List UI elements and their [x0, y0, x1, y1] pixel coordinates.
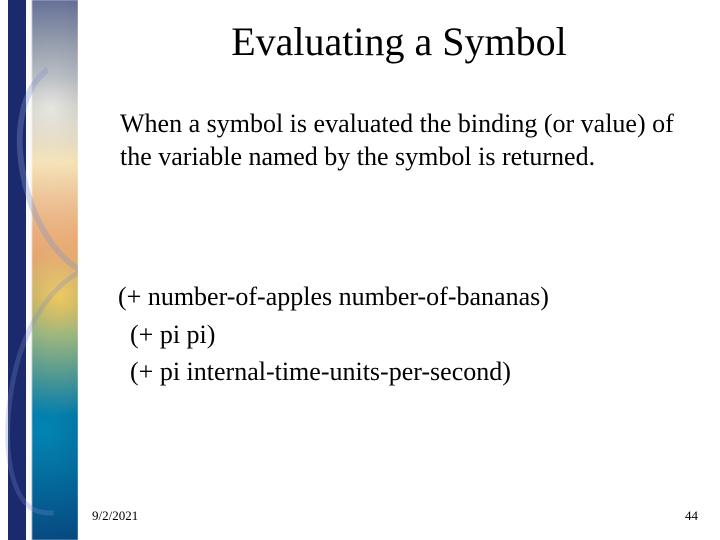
- footer-page-number: 44: [685, 508, 698, 524]
- code-line: (+ pi pi): [118, 316, 700, 354]
- slide-paragraph: When a symbol is evaluated the binding (…: [120, 108, 712, 173]
- code-line: (+ number-of-apples number-of-bananas): [118, 278, 700, 316]
- slide: Evaluating a Symbol When a symbol is eva…: [0, 0, 720, 540]
- slide-title: Evaluating a Symbol: [78, 18, 720, 65]
- content-area: Evaluating a Symbol When a symbol is eva…: [78, 0, 720, 540]
- code-examples: (+ number-of-apples number-of-bananas) (…: [118, 278, 700, 391]
- code-line: (+ pi internal-time-units-per-second): [118, 353, 700, 391]
- footer-date: 9/2/2021: [92, 508, 138, 524]
- decorative-sidebar: [0, 0, 78, 540]
